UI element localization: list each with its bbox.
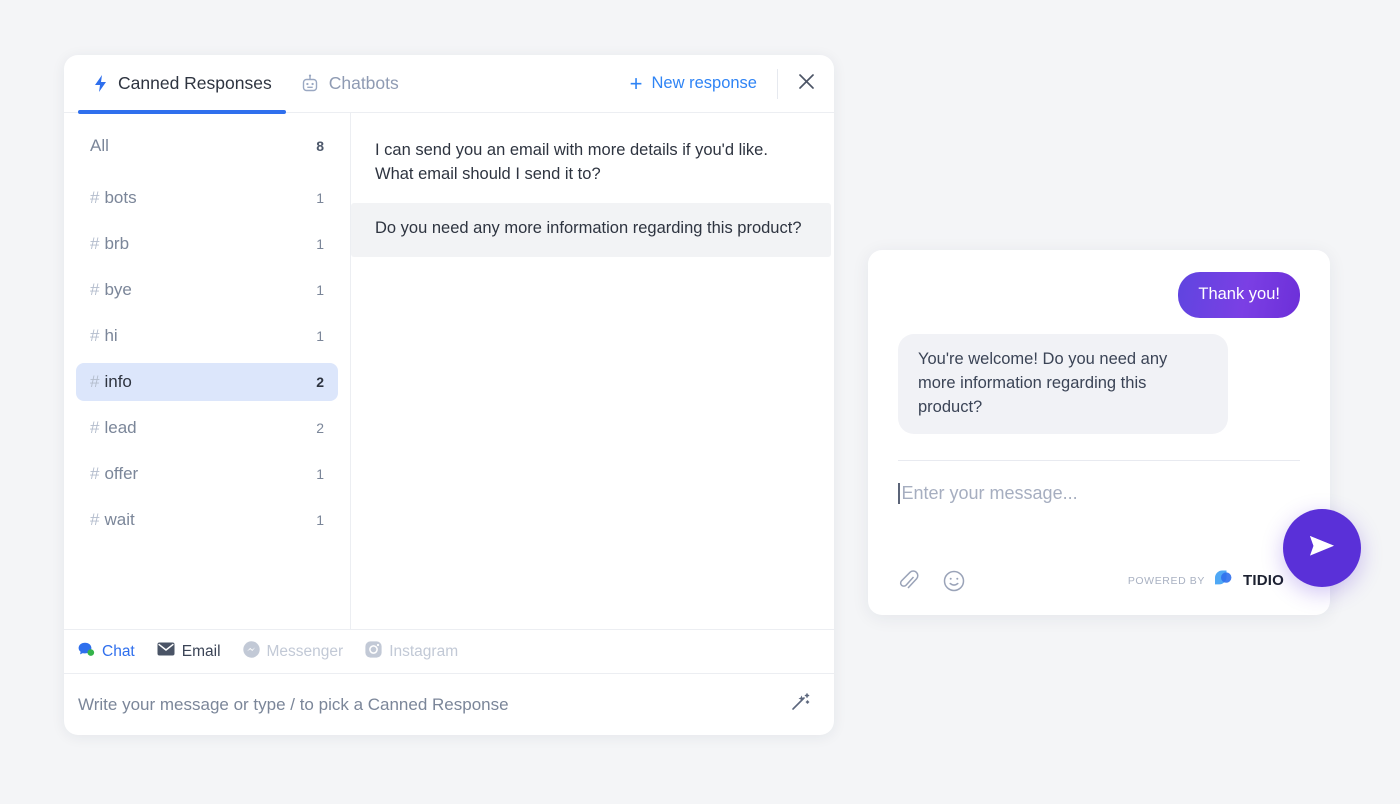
tag-item-all[interactable]: All 8 (76, 127, 338, 165)
tag-count: 2 (316, 420, 324, 436)
channel-tab-instagram[interactable]: Instagram (365, 640, 459, 663)
powered-by-label: POWERED BY (1127, 574, 1205, 587)
tag-list: All 8 # bots 1 # brb 1 # bye 1 # hi 1 # info … (64, 113, 351, 629)
tag-item-bye[interactable]: # bye 1 (76, 271, 338, 309)
message-row-operator: You're welcome! Do you need any more inf… (898, 333, 1300, 434)
tag-label: # wait (90, 510, 135, 529)
hash-icon: # (90, 326, 100, 345)
tag-item-bots[interactable]: # bots 1 (76, 179, 338, 217)
tag-label: # info (90, 372, 132, 391)
tab-canned-responses[interactable]: Canned Responses (78, 55, 286, 114)
robot-icon (300, 74, 320, 94)
lightning-bolt-icon (92, 74, 109, 93)
message-input[interactable]: Write your message or type / to pick a C… (78, 695, 788, 715)
magic-wand-icon[interactable] (788, 690, 812, 719)
tag-count: 1 (316, 466, 324, 482)
tag-count: 1 (316, 236, 324, 252)
channel-bar: Chat Email Messenger Instagram (64, 629, 834, 673)
channel-label: Chat (102, 642, 135, 660)
tag-count: 1 (316, 328, 324, 344)
brand-name: TIDIO (1243, 572, 1284, 589)
close-button[interactable] (778, 55, 834, 113)
tag-label: # offer (90, 464, 139, 483)
tag-label: # bots (90, 188, 137, 207)
tag-count: 8 (316, 138, 324, 154)
canned-responses-panel: Canned Responses Chatbots + New response (64, 55, 834, 735)
text-caret (898, 482, 900, 504)
channel-label: Instagram (389, 642, 459, 660)
tab-chatbots[interactable]: Chatbots (286, 55, 413, 113)
tag-item-brb[interactable]: # brb 1 (76, 225, 338, 263)
chat-widget: Thank you! You're welcome! Do you need a… (868, 250, 1330, 615)
widget-input-placeholder: Enter your message... (901, 482, 1078, 503)
channel-tab-chat[interactable]: Chat (78, 642, 135, 662)
smiley-icon[interactable] (942, 569, 966, 593)
tag-label: All (90, 136, 109, 155)
panel-body: All 8 # bots 1 # brb 1 # bye 1 # hi 1 # info … (64, 113, 834, 629)
tag-count: 1 (316, 512, 324, 528)
tab-label: Canned Responses (118, 73, 272, 93)
hash-icon: # (90, 510, 100, 529)
channel-tab-email[interactable]: Email (157, 642, 221, 661)
tag-count: 1 (316, 190, 324, 206)
hash-icon: # (90, 464, 100, 483)
tag-label: # bye (90, 280, 132, 299)
hash-icon: # (90, 418, 100, 437)
channel-tab-messenger[interactable]: Messenger (242, 640, 344, 663)
chat-bubble-icon (78, 642, 95, 662)
tag-item-hi[interactable]: # hi 1 (76, 317, 338, 355)
new-response-label: New response (651, 74, 757, 92)
tag-item-lead[interactable]: # lead 2 (76, 409, 338, 447)
tab-label: Chatbots (328, 73, 399, 93)
compose-bar: Write your message or type / to pick a C… (64, 673, 834, 735)
powered-by-badge: POWERED BY TIDIO (1128, 568, 1300, 593)
tidio-logo-icon (1213, 568, 1235, 593)
envelope-icon (157, 642, 175, 661)
close-icon (797, 72, 816, 96)
plus-icon: + (629, 70, 643, 96)
response-item[interactable]: I can send you an email with more detail… (351, 125, 831, 203)
hash-icon: # (90, 188, 100, 207)
new-response-button[interactable]: + New response (620, 70, 777, 96)
hash-icon: # (90, 234, 100, 253)
panel-header: Canned Responses Chatbots + New response (64, 55, 834, 114)
tag-item-offer[interactable]: # offer 1 (76, 455, 338, 493)
tag-count: 1 (316, 282, 324, 298)
widget-message-input[interactable]: Enter your message... (898, 461, 1300, 504)
instagram-icon (365, 640, 382, 663)
paperclip-icon[interactable] (898, 569, 920, 593)
channel-label: Email (181, 642, 221, 660)
tag-label: # hi (90, 326, 118, 345)
send-button[interactable] (1283, 509, 1361, 587)
response-item[interactable]: Do you need any more information regardi… (351, 202, 831, 257)
message-row-visitor: Thank you! (898, 272, 1300, 318)
tag-label: # lead (90, 418, 137, 437)
channel-label: Messenger (266, 642, 344, 660)
tag-label: # brb (90, 234, 130, 253)
message-bubble: You're welcome! Do you need any more inf… (898, 333, 1228, 434)
response-list: I can send you an email with more detail… (351, 113, 834, 629)
send-paper-plane-icon (1305, 531, 1339, 566)
hash-icon: # (90, 372, 100, 391)
hash-icon: # (90, 280, 100, 299)
messenger-icon (242, 640, 260, 663)
message-bubble: Thank you! (1178, 272, 1300, 318)
message-list: Thank you! You're welcome! Do you need a… (898, 272, 1300, 450)
tag-item-info[interactable]: # info 2 (76, 363, 338, 401)
widget-footer: POWERED BY TIDIO (898, 568, 1300, 615)
header-actions: + New response (620, 55, 834, 113)
tag-item-wait[interactable]: # wait 1 (76, 501, 338, 539)
tag-count: 2 (316, 374, 324, 390)
